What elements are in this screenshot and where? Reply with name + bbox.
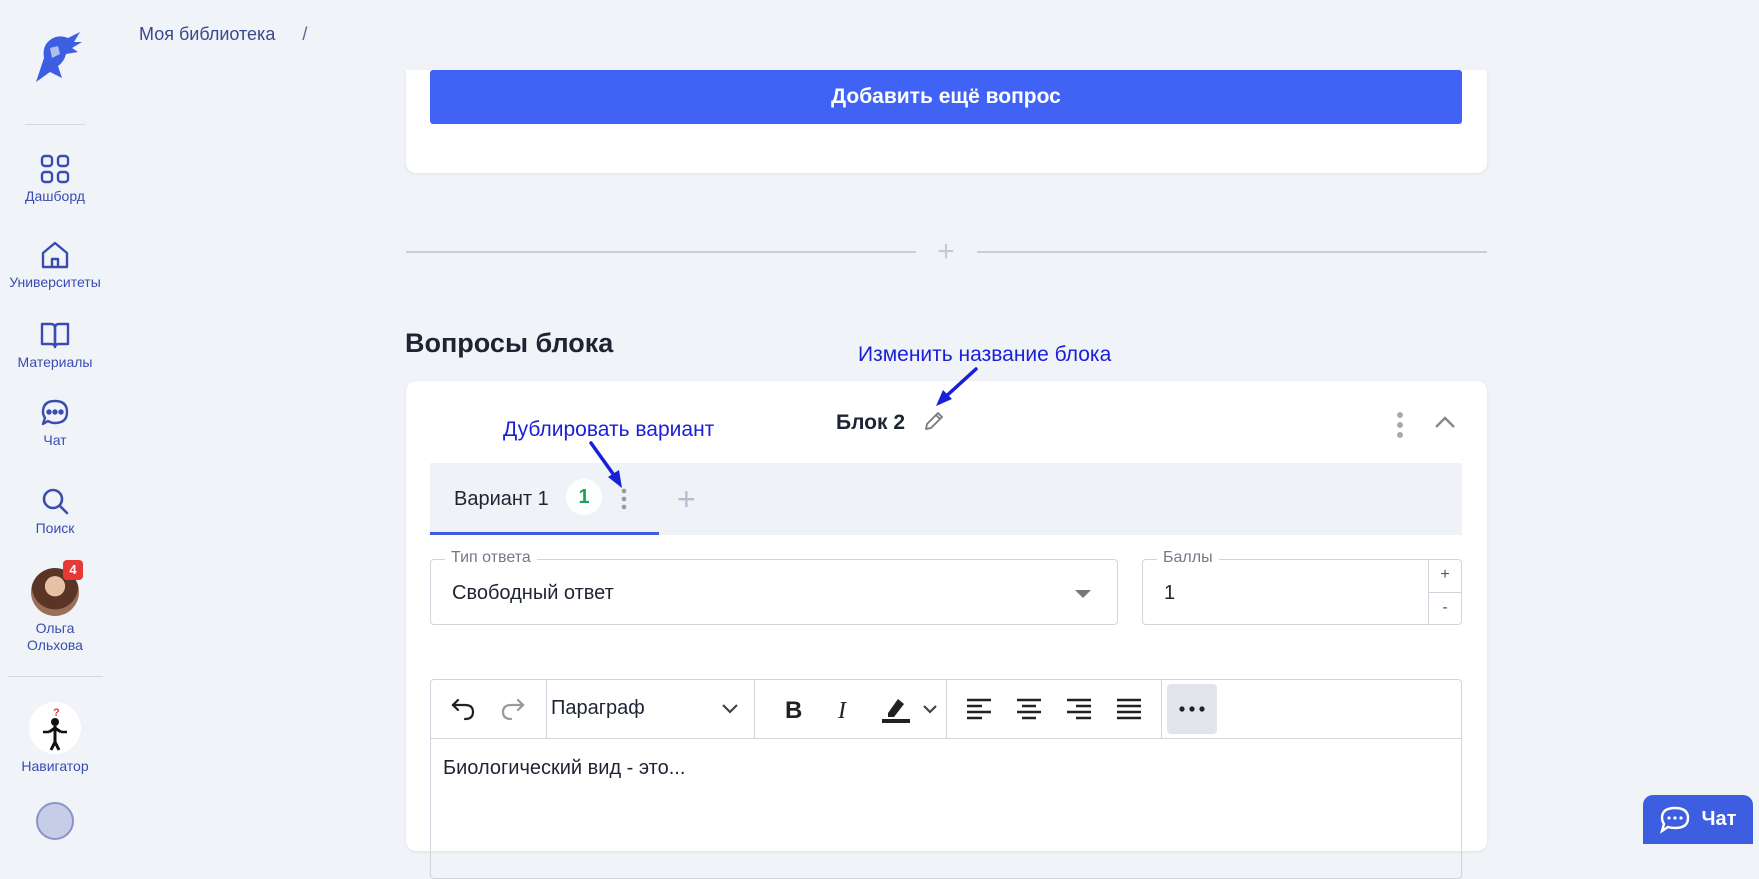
- notification-badge: 4: [63, 560, 83, 580]
- sidebar-item-navigator[interactable]: ? Навигатор: [0, 702, 110, 774]
- add-block-plus-icon[interactable]: +: [928, 236, 964, 268]
- user-last-name: Ольхова: [27, 637, 83, 653]
- annotation-arrow-icon: [589, 441, 622, 488]
- paragraph-style-select[interactable]: Параграф: [551, 697, 645, 720]
- variant-tabs: Вариант 1 1 +: [430, 463, 1462, 535]
- caret-down-icon: [1075, 590, 1091, 598]
- sidebar-item-label: Университеты: [9, 274, 101, 290]
- editor-toolbar: Параграф B I: [431, 680, 1461, 739]
- block-title: Блок 2: [836, 411, 906, 434]
- tab-label: Вариант 1: [454, 488, 549, 510]
- logo-icon[interactable]: [28, 28, 84, 84]
- book-icon: [40, 322, 70, 349]
- pencil-icon[interactable]: [922, 409, 946, 438]
- redo-icon[interactable]: [493, 680, 533, 738]
- align-left-icon[interactable]: [959, 680, 999, 738]
- search-icon: [42, 488, 69, 515]
- grid-icon: [40, 154, 70, 184]
- answer-type-value: Свободный ответ: [452, 582, 614, 604]
- home-icon: [41, 241, 69, 269]
- points-legend: Баллы: [1157, 549, 1219, 567]
- points-decrement-button[interactable]: -: [1429, 593, 1461, 625]
- block-separator: [406, 251, 916, 253]
- annotation-duplicate-variant: Дублировать вариант: [503, 418, 715, 441]
- sidebar-item-profile[interactable]: 4 Ольга Ольхова: [0, 560, 110, 654]
- block-kebab-icon[interactable]: [1394, 411, 1406, 444]
- chat-button-label: Чат: [1701, 808, 1737, 830]
- chevron-down-icon[interactable]: [721, 702, 739, 720]
- breadcrumb-root[interactable]: Моя библиотека: [139, 24, 275, 44]
- toolbar-divider: [546, 680, 547, 738]
- navigator-icon: ?: [29, 702, 81, 754]
- undo-icon[interactable]: [443, 680, 483, 738]
- toolbar-divider: [754, 680, 755, 738]
- user-name: Ольга Ольхова: [0, 620, 110, 654]
- answer-type-select[interactable]: Тип ответа Свободный ответ: [430, 549, 1118, 625]
- sidebar-item-library[interactable]: [0, 802, 110, 840]
- italic-icon[interactable]: I: [824, 680, 864, 738]
- sidebar-item-label: Дашборд: [25, 188, 85, 204]
- points-value: 1: [1164, 582, 1176, 604]
- sidebar-item-universities[interactable]: Университеты: [0, 240, 110, 290]
- breadcrumb: Моя библиотека /: [139, 24, 307, 45]
- sidebar: Дашборд Университеты Материалы Чат Поиск…: [0, 0, 110, 844]
- highlight-icon[interactable]: [871, 680, 921, 738]
- toolbar-divider: [1161, 680, 1162, 738]
- block-card: Блок 2 Вариант 1 1 + Тип ответа Свободны…: [406, 381, 1487, 879]
- chat-button[interactable]: Чат: [1643, 795, 1753, 844]
- add-question-button[interactable]: Добавить ещё вопрос: [430, 70, 1462, 124]
- library-icon: [36, 802, 74, 840]
- avatar: 4: [31, 560, 83, 616]
- sidebar-item-materials[interactable]: Материалы: [0, 320, 110, 370]
- add-variant-icon[interactable]: +: [677, 483, 696, 515]
- svg-text:I: I: [837, 698, 847, 721]
- rich-text-editor: Параграф B I Биологический вид - это...: [430, 679, 1462, 879]
- points-increment-button[interactable]: +: [1429, 560, 1461, 593]
- variant-kebab-icon[interactable]: [620, 487, 628, 516]
- sidebar-divider: [8, 676, 103, 677]
- editor-content[interactable]: Биологический вид - это...: [443, 757, 685, 780]
- chat-icon: [41, 399, 69, 426]
- align-right-icon[interactable]: [1059, 680, 1099, 738]
- sidebar-item-search[interactable]: Поиск: [0, 486, 110, 536]
- block-separator: [977, 251, 1487, 253]
- sidebar-divider: [25, 124, 85, 125]
- question-card: Добавить ещё вопрос: [406, 70, 1487, 173]
- align-justify-icon[interactable]: [1109, 680, 1149, 738]
- sidebar-item-label: Поиск: [35, 520, 75, 536]
- chat-bubble-icon: [1659, 806, 1689, 834]
- section-title: Вопросы блока: [405, 328, 614, 358]
- bold-icon[interactable]: B: [774, 680, 814, 738]
- breadcrumb-separator: /: [302, 24, 308, 44]
- sidebar-item-label: Навигатор: [21, 758, 89, 774]
- svg-text:B: B: [785, 697, 802, 721]
- more-options-icon[interactable]: [1167, 684, 1217, 734]
- sidebar-item-label: Чат: [43, 432, 67, 448]
- svg-text:?: ?: [53, 707, 60, 719]
- align-center-icon[interactable]: [1009, 680, 1049, 738]
- annotation-rename-block: Изменить название блока: [858, 343, 1112, 366]
- highlight-dropdown-icon[interactable]: [917, 680, 943, 738]
- chevron-up-icon[interactable]: [1434, 415, 1456, 434]
- answer-type-legend: Тип ответа: [445, 549, 537, 567]
- toolbar-divider: [946, 680, 947, 738]
- user-first-name: Ольга: [35, 620, 75, 636]
- sidebar-item-dashboard[interactable]: Дашборд: [0, 154, 110, 204]
- points-stepper: + -: [1428, 560, 1461, 624]
- sidebar-item-label: Материалы: [17, 354, 93, 370]
- annotation-arrow-icon: [936, 367, 978, 406]
- sidebar-item-chat[interactable]: Чат: [0, 398, 110, 448]
- points-field[interactable]: Баллы 1 + -: [1142, 549, 1462, 625]
